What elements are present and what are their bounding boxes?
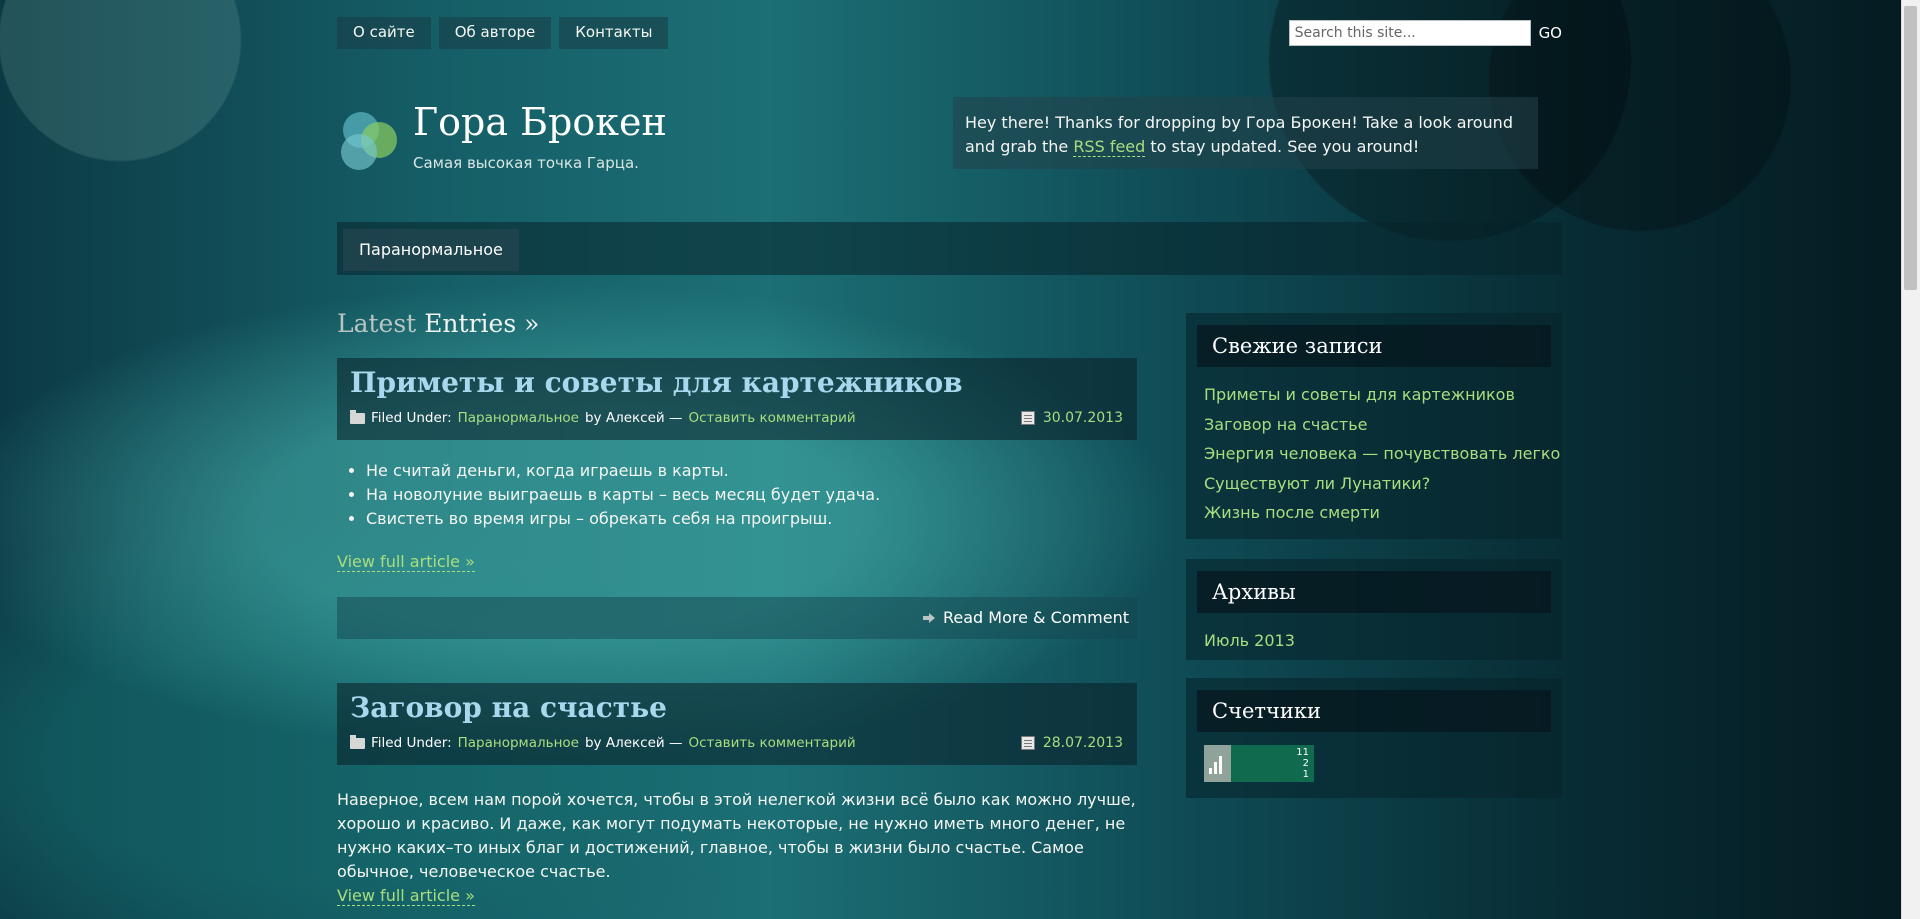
read-more-bar: Read More & Comment — [337, 597, 1137, 639]
page-link-contacts[interactable]: Контакты — [559, 17, 669, 49]
recent-posts-title: Свежие записи — [1197, 325, 1551, 367]
author-text: by Алексей — — [584, 410, 683, 426]
page-scrollbar[interactable] — [1901, 0, 1920, 919]
scrollbar-thumb[interactable] — [1904, 6, 1917, 290]
view-full-article-text[interactable]: View full article » — [337, 886, 475, 906]
filed-under-label: Filed Under: — [371, 735, 452, 751]
post-title-link[interactable]: Приметы и советы для картежников — [350, 366, 963, 399]
archives-widget: Архивы Июль 2013 — [1186, 559, 1562, 660]
entries-word: Entries » — [424, 309, 540, 338]
view-full-article-link[interactable]: View full article » — [337, 552, 475, 572]
view-full-article-link[interactable]: View full article » — [337, 886, 475, 906]
post-excerpt: Наверное, всем нам порой хочется, чтобы … — [337, 790, 1136, 881]
post-header: Приметы и советы для картежников Filed U… — [337, 358, 1137, 440]
archives-title: Архивы — [1197, 571, 1551, 613]
search-go-button[interactable]: GO — [1539, 24, 1562, 42]
welcome-text-end: to stay updated. See you around! — [1145, 137, 1420, 156]
read-more-comment-link[interactable]: Read More & Comment — [923, 608, 1129, 627]
counter-values: 11 2 1 — [1296, 747, 1309, 780]
calendar-icon — [1020, 411, 1035, 425]
latest-word: Latest — [337, 309, 417, 338]
counters-widget: Счетчики 11 2 1 — [1186, 678, 1562, 798]
nav-item-paranormal[interactable]: Паранормальное — [343, 229, 519, 271]
bar-chart-icon — [1209, 754, 1225, 774]
post-header: Заговор на счастье Filed Under: Паранорм… — [337, 683, 1137, 765]
latest-entries-heading: Latest Entries » — [337, 309, 539, 338]
category-link[interactable]: Паранормальное — [458, 410, 579, 426]
list-item: Свистеть во время игры – обрекать себя н… — [366, 507, 880, 531]
post-date: 28.07.2013 — [1020, 735, 1123, 751]
category-link[interactable]: Паранормальное — [458, 735, 579, 751]
site-logo-icon[interactable] — [337, 108, 401, 174]
post-meta: Filed Under: Паранормальное by Алексей —… — [350, 734, 856, 751]
list-item: Не считай деньги, когда играешь в карты. — [366, 459, 880, 483]
recent-post-link[interactable]: Существуют ли Лунатики? — [1204, 469, 1562, 499]
folder-icon — [350, 734, 365, 749]
post-date-text: 28.07.2013 — [1042, 735, 1123, 751]
recent-post-link[interactable]: Заговор на счастье — [1204, 410, 1562, 440]
counter-visits: 2 — [1302, 758, 1309, 769]
page-link-about-author[interactable]: Об авторе — [438, 17, 552, 49]
folder-icon — [350, 409, 365, 424]
visitor-counter[interactable]: 11 2 1 — [1204, 745, 1314, 782]
counter-visitors: 1 — [1302, 769, 1309, 780]
view-full-article-text[interactable]: View full article » — [337, 552, 475, 572]
filed-under-label: Filed Under: — [371, 410, 452, 426]
category-nav: Паранормальное — [337, 222, 1562, 275]
post-title-link[interactable]: Заговор на счастье — [350, 691, 667, 724]
archive-link[interactable]: Июль 2013 — [1204, 626, 1562, 656]
arrow-right-icon — [923, 612, 935, 624]
recent-posts-widget: Свежие записи Приметы и советы для карте… — [1186, 313, 1562, 539]
top-page-nav: О сайте Об авторе Контакты — [337, 17, 669, 49]
post-date: 30.07.2013 — [1020, 410, 1123, 426]
site-title[interactable]: Гора Брокен — [413, 100, 667, 144]
comment-link[interactable]: Оставить комментарий — [688, 735, 855, 751]
recent-post-link[interactable]: Приметы и советы для картежников — [1204, 380, 1562, 410]
comment-link[interactable]: Оставить комментарий — [688, 410, 855, 426]
recent-posts-list: Приметы и советы для картежников Заговор… — [1186, 367, 1562, 528]
post-date-text: 30.07.2013 — [1042, 410, 1123, 426]
archives-list: Июль 2013 — [1186, 613, 1562, 656]
read-more-text[interactable]: Read More & Comment — [943, 608, 1129, 627]
recent-post-link[interactable]: Жизнь после смерти — [1204, 498, 1562, 528]
list-item: На новолуние выиграешь в карты – весь ме… — [366, 483, 880, 507]
calendar-icon — [1020, 736, 1035, 750]
page-link-about-site[interactable]: О сайте — [337, 17, 431, 49]
counter-views: 11 — [1296, 747, 1309, 758]
site-tagline: Самая высокая точка Гарца. — [413, 154, 639, 172]
recent-post-link[interactable]: Энергия человека — почувствовать легко — [1204, 439, 1562, 469]
rss-feed-link[interactable]: RSS feed — [1073, 137, 1146, 157]
post-bullet-list: Не считай деньги, когда играешь в карты.… — [346, 459, 880, 531]
search-form: GO — [1288, 20, 1562, 46]
post-meta: Filed Under: Паранормальное by Алексей —… — [350, 409, 856, 426]
counters-title: Счетчики — [1197, 690, 1551, 732]
page-wrapper: О сайте Об авторе Контакты GO Гора Броке… — [337, 0, 1562, 919]
search-input[interactable] — [1288, 20, 1531, 46]
welcome-box: Hey there! Thanks for dropping by Гора Б… — [953, 97, 1538, 169]
author-text: by Алексей — — [584, 735, 683, 751]
